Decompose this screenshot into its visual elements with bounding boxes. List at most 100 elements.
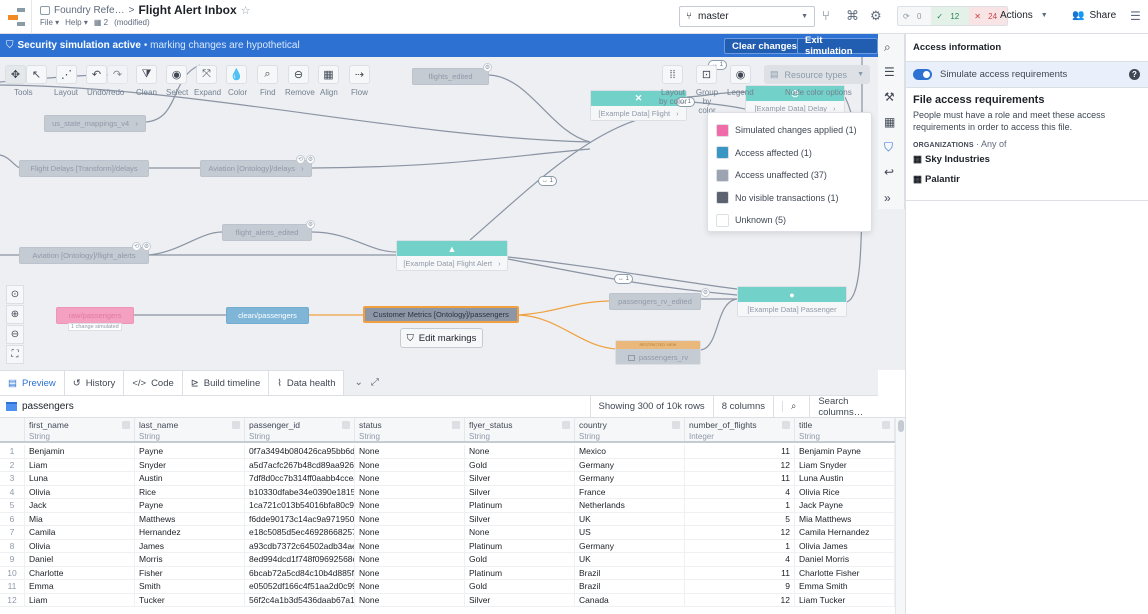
object-node-flight-alert[interactable]: ▲ [Example Data] Flight Alert › [396,240,508,271]
redo-button[interactable]: ↷ [107,65,128,84]
table-cell[interactable]: 5 [685,512,795,525]
table-cell[interactable]: a93cdb7372c64502adb34ae3 [245,539,355,552]
filter-icon[interactable] [562,421,570,429]
checks-summary[interactable]: ⟳ 0 ✓ 12 ✕ 24 [897,6,1009,26]
node-aviation-flight-alerts[interactable]: Aviation [Ontology]/flight_alerts [19,247,149,264]
table-cell[interactable]: Hernandez [135,526,245,539]
filter-icon[interactable] [782,421,790,429]
share-button[interactable]: 👥 Share [1072,10,1116,21]
table-row[interactable]: 2 Liam Snyder a5d7acfc267b48cd89aa92691 None… [0,458,895,472]
group-by-color-button[interactable]: ⊡ [696,65,717,84]
remove-button[interactable]: ⊖ [288,65,309,84]
table-cell[interactable]: Jack [25,499,135,512]
filter-icon[interactable] [342,421,350,429]
node-flight-alerts-edited[interactable]: flight_alerts_edited [222,224,312,241]
table-cell[interactable]: b10330dfabe34e0390e181533 [245,485,355,498]
table-cell[interactable]: None [355,553,465,566]
table-cell[interactable]: Fisher [135,566,245,579]
double-chevron-right-icon[interactable]: » [884,191,891,205]
node-raw-passengers[interactable]: raw/passengers [56,307,134,324]
branch-selector[interactable]: ⑂ master ▼ [679,6,815,27]
table-cell[interactable]: 56f2c4a1b3d5436daab67a18 [245,593,355,606]
table-cell[interactable]: Benjamin [25,445,135,458]
fit-view-button[interactable]: ⛶ [6,345,24,364]
table-cell[interactable]: Platinum [465,539,575,552]
select-button[interactable]: ◉ [166,65,187,84]
undo-button[interactable]: ↶ [86,65,107,84]
exit-simulation-button[interactable]: Exit simulation [797,35,878,57]
flow-button[interactable]: ⇢ [349,65,370,84]
vertical-scrollbar[interactable] [895,418,905,614]
command-icon[interactable]: ⌘ [846,8,859,24]
table-cell[interactable]: Olivia [25,539,135,552]
breadcrumb-parent[interactable]: Foundry Refe… [54,5,125,16]
object-node-passenger[interactable]: ● [Example Data] Passenger [737,286,847,317]
tab-code[interactable]: </> Code [124,370,183,395]
table-cell[interactable]: Olivia [25,485,135,498]
table-row[interactable]: 9 Daniel Morris 8ed994dcd1f748f09692568ca No… [0,553,895,567]
table-row[interactable]: 10 Charlotte Fisher 6bcab72a5cd84c10b4d885f… [0,566,895,580]
filter-icon[interactable] [672,421,680,429]
table-cell[interactable]: 6bcab72a5cd84c10b4d885f3 [245,566,355,579]
table-cell[interactable]: Germany [575,539,685,552]
clear-changes-button[interactable]: Clear changes [724,38,805,54]
table-row[interactable]: 8 Olivia James a93cdb7372c64502adb34ae3 None… [0,539,895,553]
table-cell[interactable]: 1 [685,499,795,512]
table-cell[interactable]: Mia Matthews [795,512,895,525]
table-cell[interactable]: 4 [685,485,795,498]
foundry-logo[interactable] [0,0,32,34]
list-icon[interactable]: ☰ [884,65,895,79]
link-count-badge[interactable]: ↔ 1 [614,274,634,284]
table-cell[interactable]: Netherlands [575,499,685,512]
table-cell[interactable]: Matthews [135,512,245,525]
table-row[interactable]: 1 Benjamin Payne 0f7a3494b080426ca95bb6d15 N… [0,445,895,459]
node-passengers-rv-edited[interactable]: passengers_rv_edited [609,293,701,310]
expand-button[interactable]: ⤧ [196,65,217,84]
table-cell[interactable]: Charlotte [25,566,135,579]
table-cell[interactable]: Emma Smith [795,580,895,593]
zoom-out-button[interactable]: ⊖ [6,325,24,344]
table-cell[interactable]: UK [575,512,685,525]
simulate-access-toggle[interactable] [913,69,932,80]
table-cell[interactable]: Mia [25,512,135,525]
zoom-in-button[interactable]: ⊕ [6,305,24,324]
table-cell[interactable]: 1 [685,539,795,552]
table-cell[interactable]: Morris [135,553,245,566]
column-header[interactable]: last_name String [135,418,245,441]
table-cell[interactable]: Brazil [575,566,685,579]
table-row[interactable]: 12 Liam Tucker 56f2c4a1b3d5436daab67a18 None… [0,593,895,607]
table-cell[interactable]: Daniel Morris [795,553,895,566]
table-cell[interactable]: Gold [465,580,575,593]
table-cell[interactable]: Jack Payne [795,499,895,512]
node-us-state-mappings[interactable]: us_state_mappings_v4 › [44,115,146,132]
select-tool-button[interactable]: ↖ [26,65,47,84]
table-cell[interactable]: None [355,472,465,485]
filter-icon[interactable] [882,421,890,429]
table-cell[interactable]: Snyder [135,458,245,471]
table-cell[interactable]: Canada [575,593,685,606]
recenter-button[interactable]: ⊙ [6,285,24,304]
table-cell[interactable]: Daniel [25,553,135,566]
table-cell[interactable]: Liam Tucker [795,593,895,606]
table-cell[interactable]: None [465,445,575,458]
node-customer-metrics-selected[interactable]: Customer Metrics [Ontology]/passengers [363,306,519,323]
table-cell[interactable]: France [575,485,685,498]
table-cell[interactable]: 9 [685,580,795,593]
tab-preview[interactable]: ▤ Preview [0,370,65,395]
node-flights-edited[interactable]: flights_edited [412,68,489,85]
table-cell[interactable]: Luna [25,472,135,485]
gear-icon[interactable]: ⚙ [870,8,882,24]
table-cell[interactable]: None [355,593,465,606]
table-cell[interactable]: None [355,580,465,593]
table-cell[interactable]: Emma [25,580,135,593]
branch-notifications-icon[interactable]: ↩ [884,165,894,179]
table-cell[interactable]: Payne [135,499,245,512]
table-row[interactable]: 6 Mia Matthews f6dde90173c14ac9a971950c5 Non… [0,512,895,526]
layout-by-color-button[interactable]: ⁞⁞ [662,65,683,84]
filter-icon[interactable] [122,421,130,429]
find-button[interactable]: ⌕ [257,65,278,84]
table-cell[interactable]: Germany [575,458,685,471]
table-cell[interactable]: None [355,526,465,539]
node-flight-delays[interactable]: Flight Delays [Transform]/delays [19,160,149,177]
tab-history[interactable]: ↺ History [64,370,125,395]
